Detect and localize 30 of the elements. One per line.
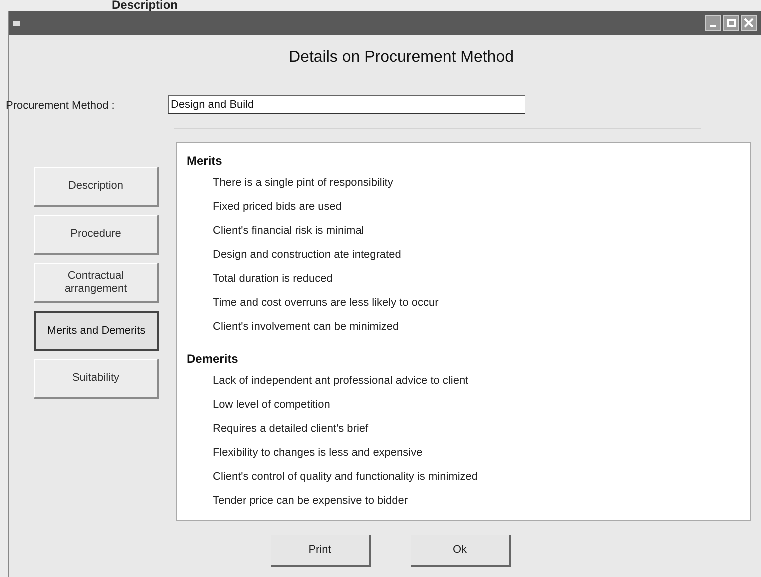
print-button[interactable]: Print [271,535,371,567]
list-item: Lack of independent ant professional advice to client [212,374,469,389]
list-item: Client's financial risk is minimal [212,224,364,239]
list-item: Requires a detailed client's brief [212,422,369,437]
maximize-button[interactable] [723,15,739,31]
list-item: There is a single pint of responsibility [212,176,394,191]
page-heading: Description [112,0,178,11]
section-heading: Merits [187,153,224,170]
list-item: Fixed priced bids are used [212,200,342,215]
nav-button[interactable]: Merits and Demerits [34,311,159,351]
dialog-heading: Details on Procurement Method [289,48,514,68]
list-item: Low level of competition [212,398,330,413]
section-heading: Demerits [187,351,240,368]
list-item: Time and cost overruns are less likely to occur [212,296,439,311]
minimize-button[interactable] [705,15,721,31]
nav-button[interactable]: Contractual arrangement [34,263,159,303]
ok-button[interactable]: Ok [411,535,511,567]
field-label: Procurement Method : [6,98,116,114]
list-item: Total duration is reduced [212,272,333,287]
list-item: Flexibility to changes is less and expensive [212,446,423,461]
nav-button[interactable]: Description [34,167,159,207]
list-item: Tender price can be expensive to bidder [212,494,408,509]
close-button[interactable] [741,15,757,31]
list-item: Design and construction ate integrated [212,248,402,263]
nav-button[interactable]: Suitability [34,359,159,399]
list-item: Client's control of quality and functionality is minimized [212,470,478,485]
app-icon [13,20,20,26]
procurement-method-field[interactable]: Design and Build [168,95,525,114]
nav-button[interactable]: Procedure [34,215,159,255]
list-item: Client's involvement can be minimized [212,320,400,335]
